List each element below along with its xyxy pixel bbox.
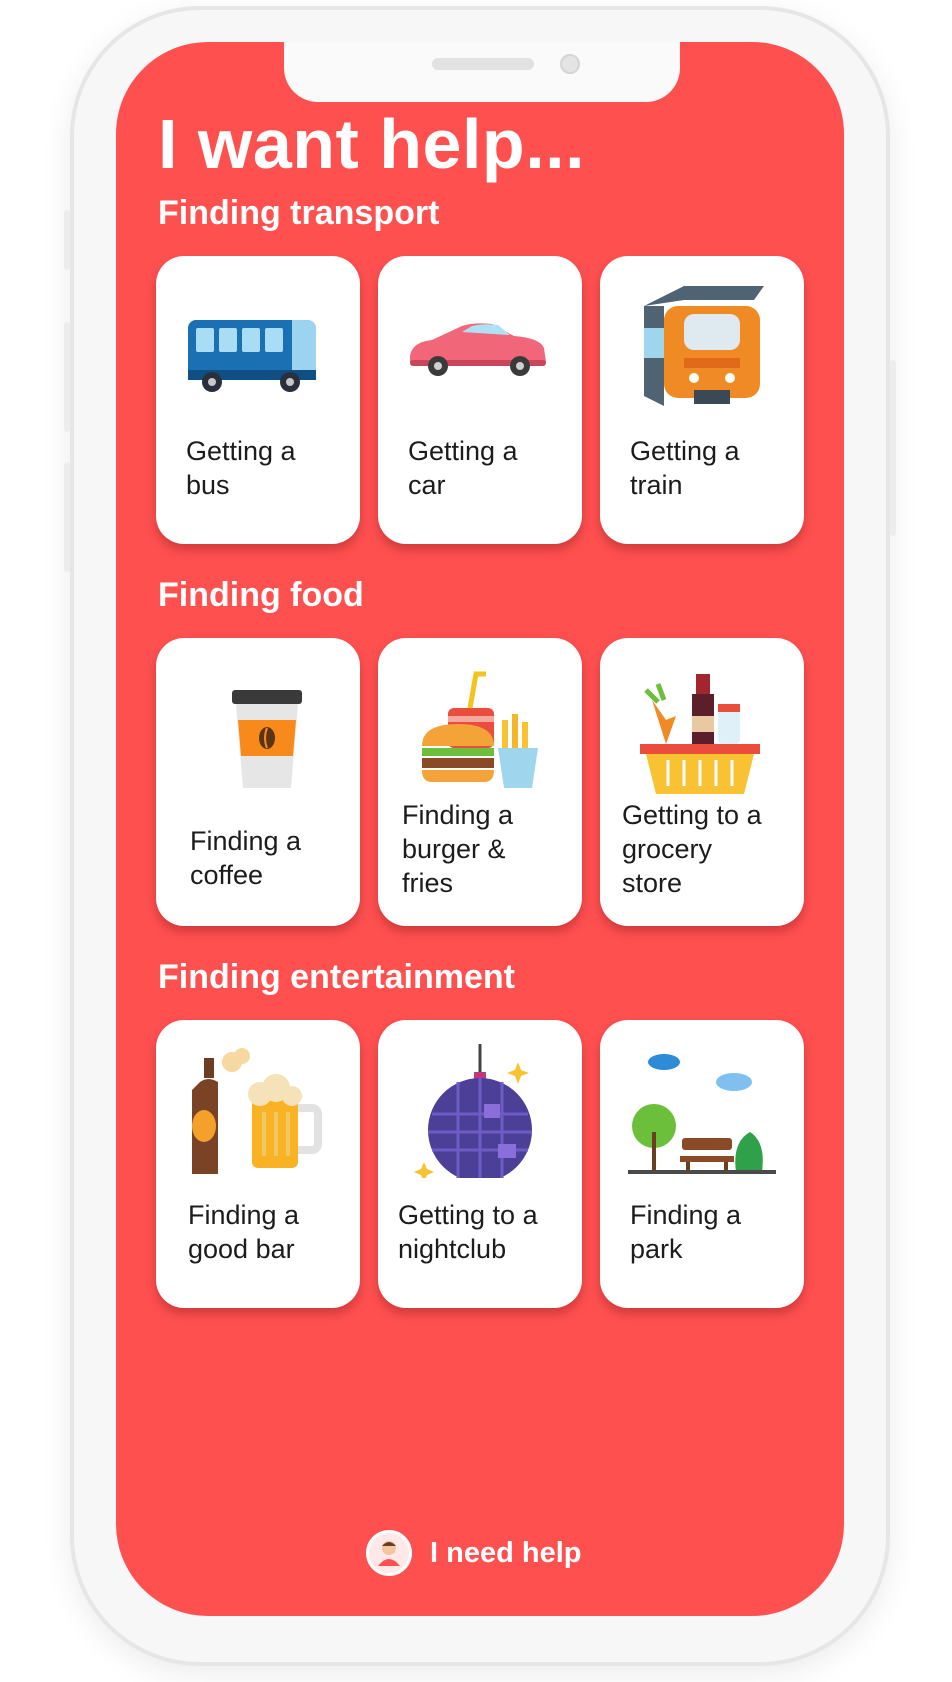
park-icon (628, 1054, 776, 1174)
burger-fries-icon (422, 671, 538, 788)
beer-icon (192, 1048, 322, 1174)
card-label: Finding a coffee (190, 826, 302, 890)
section-heading-food: Finding food (158, 576, 364, 614)
train-icon (644, 286, 764, 406)
person-shrugging-icon (366, 1530, 412, 1576)
card-label: Finding a good bar (188, 1200, 300, 1264)
card-getting-a-car[interactable]: Getting a car (378, 256, 582, 544)
bus-icon (188, 320, 316, 392)
mute-switch (64, 210, 70, 270)
card-getting-to-a-nightclub[interactable]: Getting to a nightclub (378, 1020, 582, 1308)
card-getting-a-bus[interactable]: Getting a bus (156, 256, 360, 544)
card-finding-a-burger-fries[interactable]: Finding a burger & fries (378, 638, 582, 926)
card-finding-a-good-bar[interactable]: Finding a good bar (156, 1020, 360, 1308)
power-button (890, 360, 896, 536)
card-label: Getting to a nightclub (398, 1200, 538, 1264)
speaker (432, 58, 534, 70)
i-need-help-button[interactable]: I need help (366, 1530, 581, 1576)
help-label: I need help (430, 1536, 582, 1569)
car-icon (410, 323, 546, 376)
section-heading-transport: Finding transport (158, 194, 440, 232)
notch (284, 42, 680, 102)
volume-down-button (64, 462, 70, 572)
page-title: I want help... (158, 105, 586, 183)
coffee-icon (232, 690, 302, 788)
card-finding-a-park[interactable]: Finding a park (600, 1020, 804, 1308)
section-heading-entertainment: Finding entertainment (158, 958, 515, 996)
camera (560, 54, 580, 74)
app-screen: I want help... Finding transport Getting… (116, 42, 844, 1616)
card-finding-a-coffee[interactable]: Finding a coffee (156, 638, 360, 926)
card-label: Getting a bus (186, 436, 296, 500)
volume-up-button (64, 322, 70, 432)
card-label: Finding a park (630, 1200, 742, 1264)
disco-ball-icon (414, 1044, 532, 1178)
card-getting-a-train[interactable]: Getting a train (600, 256, 804, 544)
grocery-basket-icon (640, 674, 760, 794)
card-label: Getting a car (408, 436, 518, 500)
card-label: Getting a train (630, 436, 740, 500)
card-label: Getting to a grocery store (622, 800, 762, 898)
card-label: Finding a burger & fries (402, 800, 514, 898)
card-getting-to-a-grocery-store[interactable]: Getting to a grocery store (600, 638, 804, 926)
